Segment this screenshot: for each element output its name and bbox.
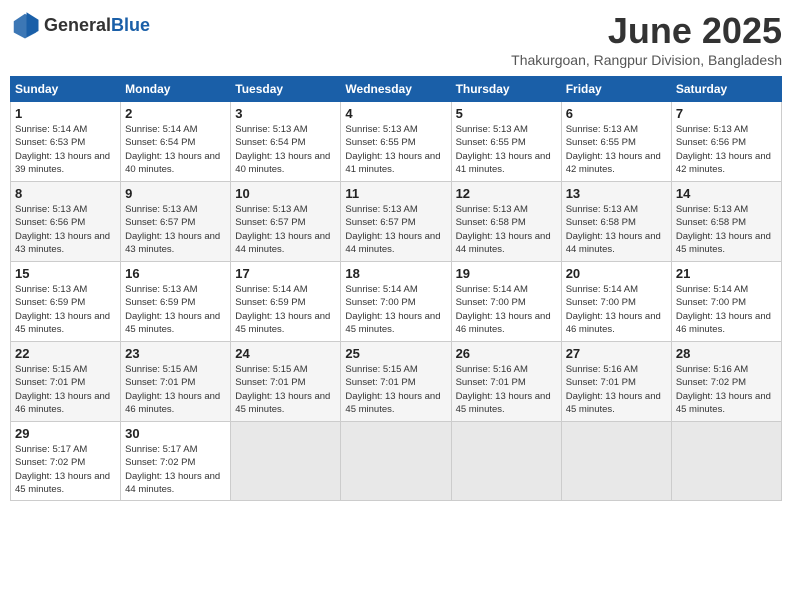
day-cell: 29 Sunrise: 5:17 AMSunset: 7:02 PMDaylig… [11,422,121,501]
day-cell: 2 Sunrise: 5:14 AMSunset: 6:54 PMDayligh… [121,102,231,182]
day-cell: 27 Sunrise: 5:16 AMSunset: 7:01 PMDaylig… [561,342,671,422]
header-monday: Monday [121,77,231,102]
day-cell: 10 Sunrise: 5:13 AMSunset: 6:57 PMDaylig… [231,182,341,262]
day-cell: 26 Sunrise: 5:16 AMSunset: 7:01 PMDaylig… [451,342,561,422]
logo-general: General [44,15,111,35]
day-cell: 12 Sunrise: 5:13 AMSunset: 6:58 PMDaylig… [451,182,561,262]
day-cell: 30 Sunrise: 5:17 AMSunset: 7:02 PMDaylig… [121,422,231,501]
day-cell: 22 Sunrise: 5:15 AMSunset: 7:01 PMDaylig… [11,342,121,422]
day-cell: 9 Sunrise: 5:13 AMSunset: 6:57 PMDayligh… [121,182,231,262]
day-cell: 6 Sunrise: 5:13 AMSunset: 6:55 PMDayligh… [561,102,671,182]
day-cell: 24 Sunrise: 5:15 AMSunset: 7:01 PMDaylig… [231,342,341,422]
month-title: June 2025 [511,10,782,52]
empty-cell [231,422,341,501]
day-cell: 4 Sunrise: 5:13 AMSunset: 6:55 PMDayligh… [341,102,451,182]
logo: GeneralBlue [10,10,150,40]
empty-cell [451,422,561,501]
day-cell: 8 Sunrise: 5:13 AMSunset: 6:56 PMDayligh… [11,182,121,262]
day-cell: 18 Sunrise: 5:14 AMSunset: 7:00 PMDaylig… [341,262,451,342]
day-cell: 20 Sunrise: 5:14 AMSunset: 7:00 PMDaylig… [561,262,671,342]
day-cell: 1 Sunrise: 5:14 AMSunset: 6:53 PMDayligh… [11,102,121,182]
day-cell: 14 Sunrise: 5:13 AMSunset: 6:58 PMDaylig… [671,182,781,262]
table-row: 22 Sunrise: 5:15 AMSunset: 7:01 PMDaylig… [11,342,782,422]
day-cell: 15 Sunrise: 5:13 AMSunset: 6:59 PMDaylig… [11,262,121,342]
day-cell: 25 Sunrise: 5:15 AMSunset: 7:01 PMDaylig… [341,342,451,422]
day-cell: 3 Sunrise: 5:13 AMSunset: 6:54 PMDayligh… [231,102,341,182]
header-row: Sunday Monday Tuesday Wednesday Thursday… [11,77,782,102]
table-row: 1 Sunrise: 5:14 AMSunset: 6:53 PMDayligh… [11,102,782,182]
day-cell: 23 Sunrise: 5:15 AMSunset: 7:01 PMDaylig… [121,342,231,422]
day-cell: 28 Sunrise: 5:16 AMSunset: 7:02 PMDaylig… [671,342,781,422]
table-row: 8 Sunrise: 5:13 AMSunset: 6:56 PMDayligh… [11,182,782,262]
day-cell: 7 Sunrise: 5:13 AMSunset: 6:56 PMDayligh… [671,102,781,182]
day-cell: 17 Sunrise: 5:14 AMSunset: 6:59 PMDaylig… [231,262,341,342]
table-row: 29 Sunrise: 5:17 AMSunset: 7:02 PMDaylig… [11,422,782,501]
header-tuesday: Tuesday [231,77,341,102]
logo-blue: Blue [111,15,150,35]
header-sunday: Sunday [11,77,121,102]
empty-cell [341,422,451,501]
day-cell: 13 Sunrise: 5:13 AMSunset: 6:58 PMDaylig… [561,182,671,262]
page-header: GeneralBlue June 2025 Thakurgoan, Rangpu… [10,10,782,68]
day-cell: 16 Sunrise: 5:13 AMSunset: 6:59 PMDaylig… [121,262,231,342]
day-cell: 19 Sunrise: 5:14 AMSunset: 7:00 PMDaylig… [451,262,561,342]
logo-icon [10,10,40,40]
empty-cell [561,422,671,501]
day-cell: 11 Sunrise: 5:13 AMSunset: 6:57 PMDaylig… [341,182,451,262]
header-friday: Friday [561,77,671,102]
header-thursday: Thursday [451,77,561,102]
header-wednesday: Wednesday [341,77,451,102]
empty-cell [671,422,781,501]
title-section: June 2025 Thakurgoan, Rangpur Division, … [511,10,782,68]
location-subtitle: Thakurgoan, Rangpur Division, Bangladesh [511,52,782,68]
day-cell: 21 Sunrise: 5:14 AMSunset: 7:00 PMDaylig… [671,262,781,342]
table-row: 15 Sunrise: 5:13 AMSunset: 6:59 PMDaylig… [11,262,782,342]
header-saturday: Saturday [671,77,781,102]
calendar-table: Sunday Monday Tuesday Wednesday Thursday… [10,76,782,501]
day-cell: 5 Sunrise: 5:13 AMSunset: 6:55 PMDayligh… [451,102,561,182]
